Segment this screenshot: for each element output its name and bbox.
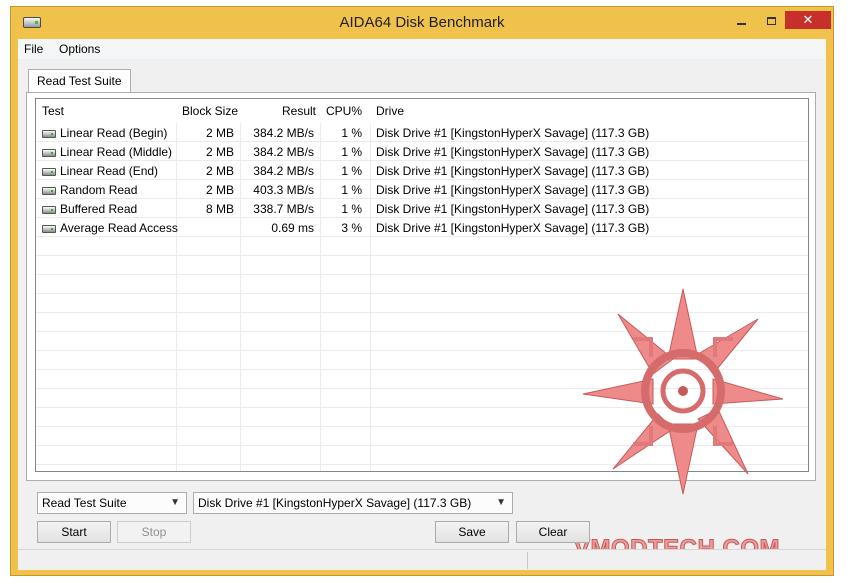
minimize-icon [736, 22, 746, 25]
result-cell: 384.2 MB/s [253, 145, 314, 159]
cpu-cell: 1 % [341, 164, 362, 178]
row-test-cell: Linear Read (Begin) [42, 124, 174, 143]
status-bar [18, 549, 826, 570]
disk-icon [42, 187, 56, 195]
header-cpu[interactable]: CPU% [322, 99, 368, 123]
row-test-cell: Average Read Access [42, 219, 178, 238]
maximize-icon [766, 16, 776, 25]
table-row[interactable]: Linear Read (Begin) 2 MB 384.2 MB/s 1 % … [36, 124, 808, 143]
disk-icon [42, 130, 56, 138]
cpu-cell: 1 % [341, 126, 362, 140]
header-block-size[interactable]: Block Size [178, 99, 240, 123]
vmodtech-logo-icon [582, 288, 784, 495]
drive-cell: Disk Drive #1 [KingstonHyperX Savage] (1… [376, 126, 650, 140]
drive-cell: Disk Drive #1 [KingstonHyperX Savage] (1… [376, 202, 650, 216]
test-name: Average Read Access [60, 221, 178, 235]
cpu-cell: 1 % [341, 145, 362, 159]
maximize-button[interactable] [759, 11, 783, 29]
table-row[interactable]: Linear Read (Middle) 2 MB 384.2 MB/s 1 %… [36, 143, 808, 162]
cpu-cell: 1 % [341, 183, 362, 197]
clear-button[interactable]: Clear [516, 521, 590, 543]
block-size-cell: 2 MB [205, 126, 234, 140]
disk-icon [42, 225, 56, 233]
row-test-cell: Buffered Read [42, 200, 174, 219]
chevron-down-icon: ▼ [496, 497, 506, 508]
result-cell: 384.2 MB/s [253, 126, 314, 140]
test-name: Buffered Read [60, 202, 138, 216]
result-cell: 384.2 MB/s [253, 164, 314, 178]
minimize-button[interactable] [729, 11, 753, 29]
row-test-cell: Linear Read (Middle) [42, 143, 174, 162]
close-button[interactable]: ✕ [785, 11, 831, 29]
row-test-cell: Random Read [42, 181, 174, 200]
disk-icon [42, 149, 56, 157]
header-result[interactable]: Result [242, 99, 318, 123]
result-cell: 403.3 MB/s [253, 183, 314, 197]
cpu-cell: 3 % [341, 221, 362, 235]
block-size-cell: 2 MB [205, 145, 234, 159]
drive-cell: Disk Drive #1 [KingstonHyperX Savage] (1… [376, 221, 650, 235]
block-size-cell: 8 MB [205, 202, 234, 216]
save-button[interactable]: Save [435, 521, 509, 543]
header-drive[interactable]: Drive [376, 99, 796, 123]
drive-select-value: Disk Drive #1 [KingstonHyperX Savage] (1… [198, 496, 472, 510]
block-size-cell [178, 219, 240, 238]
status-divider [527, 552, 528, 569]
app-window: AIDA64 Disk Benchmark ✕ File Options Rea… [10, 6, 834, 576]
chevron-down-icon: ▼ [170, 497, 180, 508]
test-name: Linear Read (End) [60, 164, 159, 178]
test-name: Random Read [60, 183, 138, 197]
table-row[interactable]: Linear Read (End) 2 MB 384.2 MB/s 1 % Di… [36, 162, 808, 181]
stop-button[interactable]: Stop [117, 521, 191, 543]
test-name: Linear Read (Begin) [60, 126, 168, 140]
block-size-cell: 2 MB [205, 164, 234, 178]
drive-cell: Disk Drive #1 [KingstonHyperX Savage] (1… [376, 183, 650, 197]
disk-icon [42, 168, 56, 176]
block-size-cell: 2 MB [205, 183, 234, 197]
header-test[interactable]: Test [42, 99, 174, 123]
start-button[interactable]: Start [37, 521, 111, 543]
result-cell: 338.7 MB/s [253, 202, 314, 216]
table-row[interactable]: Average Read Access 0.69 ms 3 % Disk Dri… [36, 219, 808, 238]
result-cell: 0.69 ms [271, 221, 314, 235]
drive-select[interactable]: Disk Drive #1 [KingstonHyperX Savage] (1… [193, 492, 513, 514]
client-area: File Options Read Test Suite Test Block … [18, 39, 826, 570]
test-name: Linear Read (Middle) [60, 145, 173, 159]
drive-cell: Disk Drive #1 [KingstonHyperX Savage] (1… [376, 145, 650, 159]
menu-file[interactable]: File [24, 42, 43, 56]
table-row[interactable]: Random Read 2 MB 403.3 MB/s 1 % Disk Dri… [36, 181, 808, 200]
cpu-cell: 1 % [341, 202, 362, 216]
window-title: AIDA64 Disk Benchmark [339, 14, 505, 31]
disk-icon [42, 206, 56, 214]
title-bar[interactable]: AIDA64 Disk Benchmark ✕ [11, 7, 833, 39]
table-header: Test Block Size Result CPU% Drive [36, 99, 808, 123]
tab-read-test-suite[interactable]: Read Test Suite [28, 69, 131, 93]
row-test-cell: Linear Read (End) [42, 162, 174, 181]
test-suite-value: Read Test Suite [42, 496, 127, 510]
drive-cell: Disk Drive #1 [KingstonHyperX Savage] (1… [376, 164, 650, 178]
test-suite-select[interactable]: Read Test Suite ▼ [37, 492, 187, 514]
close-icon: ✕ [802, 12, 814, 27]
menu-options[interactable]: Options [59, 42, 100, 56]
table-row[interactable]: Buffered Read 8 MB 338.7 MB/s 1 % Disk D… [36, 200, 808, 219]
menu-bar: File Options [18, 39, 826, 59]
